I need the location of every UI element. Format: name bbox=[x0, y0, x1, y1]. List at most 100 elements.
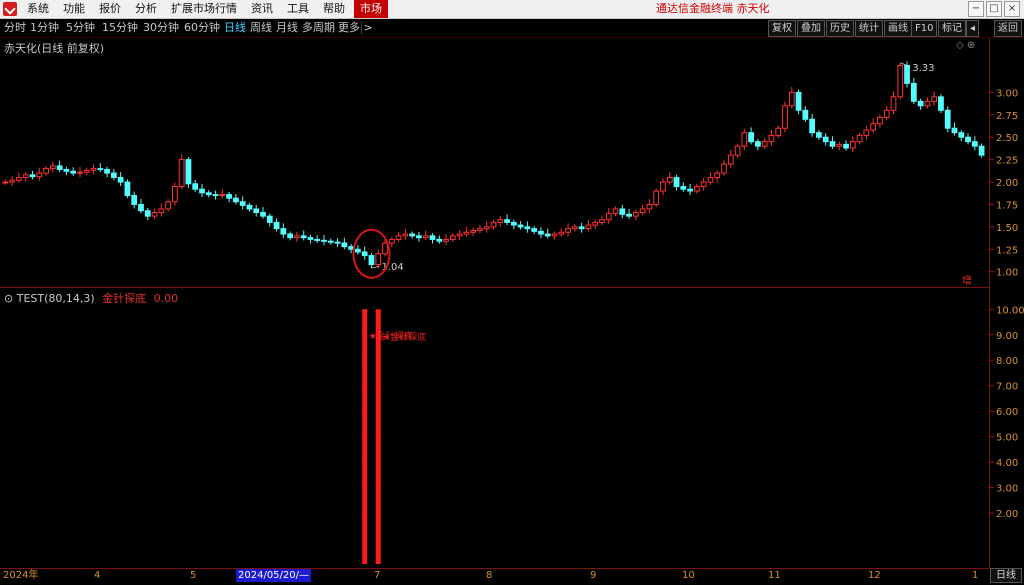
candle-body bbox=[558, 231, 565, 235]
candle-body bbox=[822, 136, 829, 143]
f10-button[interactable]: F10 bbox=[911, 20, 938, 37]
candle-body bbox=[856, 134, 863, 143]
candle-body bbox=[22, 174, 29, 179]
daily-tab[interactable]: 日线 bbox=[990, 568, 1022, 583]
candle-body bbox=[653, 190, 660, 205]
y-tick-label: 1.50 bbox=[996, 223, 1018, 234]
menu-extended-market[interactable]: 扩展市场行情 bbox=[166, 0, 242, 18]
period-multi[interactable]: 多周期 bbox=[302, 19, 335, 37]
menu-tools[interactable]: 工具 bbox=[282, 0, 314, 18]
maximize-button[interactable]: □ bbox=[986, 1, 1002, 17]
menu-quote[interactable]: 报价 bbox=[94, 0, 126, 18]
menu-news[interactable]: 资讯 bbox=[246, 0, 278, 18]
indicator-circle-icon[interactable]: ⊙ bbox=[4, 292, 13, 305]
candle-body bbox=[341, 242, 348, 248]
y-tick-label: 10.00 bbox=[996, 305, 1024, 316]
overlay-button[interactable]: 叠加 bbox=[797, 20, 825, 37]
period-weekly[interactable]: 周线 bbox=[250, 19, 272, 37]
toolbar-divider bbox=[361, 22, 362, 34]
close-button[interactable]: × bbox=[1004, 1, 1020, 17]
stock-title: 赤天化(日线 前复权) bbox=[4, 42, 105, 55]
candle-body bbox=[707, 177, 714, 183]
date-label: 12 bbox=[868, 570, 881, 581]
candle-body bbox=[571, 226, 578, 230]
candle-body bbox=[43, 168, 49, 174]
candle-body bbox=[849, 141, 856, 149]
candle-body bbox=[646, 203, 653, 210]
candle-body bbox=[56, 165, 63, 170]
date-axis: 2024年 4 5 2024/05/20/— 7 8 9 10 11 12 1 bbox=[0, 568, 989, 582]
candle-body bbox=[368, 255, 375, 266]
candle-body bbox=[748, 132, 754, 143]
candle-body bbox=[551, 233, 558, 237]
candle-body bbox=[883, 109, 890, 118]
candle-body bbox=[632, 212, 639, 217]
period-5min[interactable]: 5分钟 bbox=[66, 19, 95, 37]
candle-body bbox=[199, 188, 205, 194]
period-monthly[interactable]: 月线 bbox=[276, 19, 298, 37]
candle-body bbox=[185, 159, 192, 185]
statistics-button[interactable]: 统计 bbox=[855, 20, 883, 37]
candle-body bbox=[205, 192, 212, 196]
period-15min[interactable]: 15分钟 bbox=[102, 19, 138, 37]
candle-body bbox=[612, 208, 619, 214]
minimize-button[interactable]: − bbox=[968, 1, 984, 17]
y-tick-label: 8.00 bbox=[996, 356, 1018, 367]
mark-button[interactable]: 标记 bbox=[938, 20, 966, 37]
menu-help[interactable]: 帮助 bbox=[318, 0, 350, 18]
period-60min[interactable]: 60分钟 bbox=[184, 19, 220, 37]
draw-line-button[interactable]: 画线 bbox=[884, 20, 912, 37]
menu-analysis[interactable]: 分析 bbox=[130, 0, 162, 18]
candle-body bbox=[246, 204, 253, 210]
menu-market[interactable]: 市场 bbox=[354, 0, 388, 18]
candle-body bbox=[348, 246, 355, 250]
indicator-chart[interactable]: 10.00 9.00 8.00 7.00 6.00 5.00 4.00 3.00 2.00 ★金针… bbox=[0, 288, 1024, 566]
period-more[interactable]: 更多 > bbox=[338, 19, 373, 37]
candle-body bbox=[402, 233, 409, 237]
candle-body bbox=[734, 145, 741, 156]
chart-settings-icon[interactable]: ◇ ⊕ bbox=[956, 40, 975, 51]
candle-body bbox=[971, 141, 978, 147]
candle-body bbox=[294, 235, 300, 239]
candle-body bbox=[897, 64, 904, 98]
back-button[interactable]: 返回 bbox=[994, 20, 1022, 37]
candle-body bbox=[70, 170, 77, 174]
period-1min[interactable]: 1分钟 bbox=[30, 19, 59, 37]
signal-bar bbox=[362, 309, 368, 564]
candle-body bbox=[287, 233, 293, 239]
date-label: 9 bbox=[590, 570, 597, 581]
candlestick-chart[interactable]: 3.00 2.75 2.50 2.25 2.00 1.75 1.50 1.25 1.00 3.33… bbox=[0, 38, 1024, 285]
candle-body bbox=[382, 242, 388, 255]
prev-arrow-button[interactable]: ◂ bbox=[966, 20, 980, 37]
menu-function[interactable]: 功能 bbox=[58, 0, 90, 18]
candle-body bbox=[741, 132, 748, 147]
candle-body bbox=[816, 132, 822, 138]
candle-body bbox=[2, 181, 9, 184]
candle-body bbox=[917, 100, 924, 107]
candle-body bbox=[83, 169, 90, 173]
candle-body bbox=[931, 96, 938, 102]
menu-system[interactable]: 系统 bbox=[22, 0, 54, 18]
restore-rights-button[interactable]: 复权 bbox=[768, 20, 796, 37]
menu-items: 系统 功能 报价 分析 扩展市场行情 资讯 工具 帮助 市场 bbox=[22, 0, 392, 18]
candle-body bbox=[700, 181, 707, 188]
candle-body bbox=[951, 127, 958, 134]
candle-body bbox=[470, 229, 477, 233]
period-30min[interactable]: 30分钟 bbox=[143, 19, 179, 37]
candle-body bbox=[144, 210, 151, 217]
app-logo-icon bbox=[3, 2, 17, 16]
candle-body bbox=[687, 188, 693, 192]
period-daily[interactable]: 日线 bbox=[224, 19, 246, 37]
history-button[interactable]: 历史 bbox=[826, 20, 854, 37]
period-tick[interactable]: 分时 bbox=[4, 19, 26, 37]
candle-body bbox=[775, 127, 782, 136]
date-label: 11 bbox=[768, 570, 781, 581]
candle-body bbox=[138, 203, 144, 212]
candle-body bbox=[666, 177, 673, 183]
increase-mark: 增 bbox=[962, 274, 972, 285]
y-tick-label: 4.00 bbox=[996, 458, 1018, 469]
high-price-label: 3.33 bbox=[912, 63, 934, 74]
signal-label: ★金针探底 bbox=[382, 331, 426, 343]
candle-body bbox=[192, 183, 199, 190]
candle-body bbox=[924, 100, 931, 107]
